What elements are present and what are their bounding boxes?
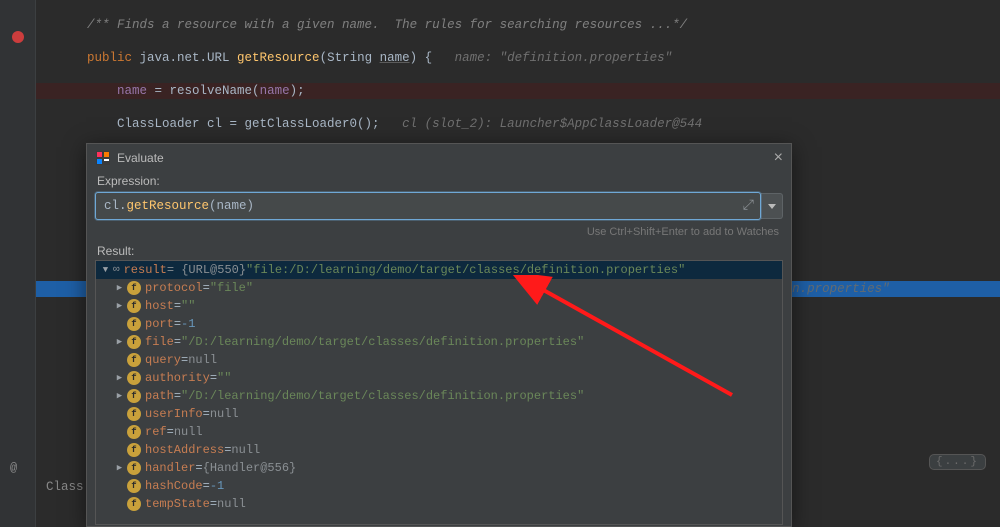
field-row[interactable]: ftempState = null <box>96 495 782 513</box>
field-icon: f <box>127 281 141 295</box>
field-name: authority <box>145 371 210 385</box>
dialog-title: Evaluate <box>117 151 164 165</box>
field-value: "/D:/learning/demo/target/classes/defini… <box>181 335 584 349</box>
field-value: null <box>188 353 217 367</box>
result-root-row[interactable]: ∞ result = {URL@550} "file:/D:/learning/… <box>96 261 782 279</box>
chevron-right-icon[interactable] <box>114 373 125 383</box>
close-icon[interactable]: × <box>774 150 783 166</box>
field-value: "" <box>217 371 231 385</box>
field-icon: f <box>127 497 141 511</box>
class-label: Class <box>46 480 84 494</box>
code-line: ClassLoader cl = getClassLoader0(); cl (… <box>36 116 1000 133</box>
field-name: protocol <box>145 281 203 295</box>
field-name: path <box>145 389 174 403</box>
field-name: host <box>145 299 174 313</box>
field-name: userInfo <box>145 407 203 421</box>
field-row[interactable]: fhashCode = -1 <box>96 477 782 495</box>
chevron-right-icon[interactable] <box>114 391 125 401</box>
field-row[interactable]: fref = null <box>96 423 782 441</box>
field-name: ref <box>145 425 167 439</box>
field-name: file <box>145 335 174 349</box>
field-name: hostAddress <box>145 443 224 457</box>
field-value: null <box>210 407 239 421</box>
fold-indicator[interactable]: {...} <box>929 454 986 470</box>
field-row[interactable]: fport = -1 <box>96 315 782 333</box>
field-row[interactable]: fuserInfo = null <box>96 405 782 423</box>
field-value: null <box>231 443 260 457</box>
editor-gutter: @ <box>0 0 36 527</box>
field-name: hashCode <box>145 479 203 493</box>
field-icon: f <box>127 371 141 385</box>
field-name: handler <box>145 461 195 475</box>
field-value: null <box>174 425 203 439</box>
field-name: tempState <box>145 497 210 511</box>
field-icon: f <box>127 389 141 403</box>
field-value: {Handler@556} <box>203 461 297 475</box>
chevron-right-icon[interactable] <box>114 463 125 473</box>
field-row[interactable]: fquery = null <box>96 351 782 369</box>
field-row[interactable]: fpath = "/D:/learning/demo/target/classe… <box>96 387 782 405</box>
object-icon: ∞ <box>113 264 120 276</box>
field-value: -1 <box>181 317 195 331</box>
field-icon: f <box>127 335 141 349</box>
chevron-down-icon[interactable] <box>100 265 111 275</box>
field-value: "file" <box>210 281 253 295</box>
field-value: null <box>217 497 246 511</box>
watches-hint: Use Ctrl+Shift+Enter to add to Watches <box>87 222 791 244</box>
code-line: /** Finds a resource with a given name. … <box>36 17 1000 34</box>
field-icon: f <box>127 479 141 493</box>
field-row[interactable]: fauthority = "" <box>96 369 782 387</box>
evaluate-dialog: Evaluate × Expression: cl.getResource(na… <box>86 143 792 527</box>
field-icon: f <box>127 299 141 313</box>
chevron-right-icon[interactable] <box>114 283 125 293</box>
expression-input[interactable]: cl.getResource(name) ⤢ <box>95 192 761 220</box>
field-row[interactable]: fhostAddress = null <box>96 441 782 459</box>
field-icon: f <box>127 353 141 367</box>
history-dropdown-button[interactable] <box>761 193 783 219</box>
field-value: "" <box>181 299 195 313</box>
field-icon: f <box>127 461 141 475</box>
chevron-right-icon[interactable] <box>114 337 125 347</box>
intellij-icon <box>95 150 111 166</box>
field-row[interactable]: fhost = "" <box>96 297 782 315</box>
field-row[interactable]: ffile = "/D:/learning/demo/target/classe… <box>96 333 782 351</box>
field-value: -1 <box>210 479 224 493</box>
expand-icon[interactable]: ⤢ <box>743 198 752 214</box>
field-icon: f <box>127 317 141 331</box>
field-icon: f <box>127 425 141 439</box>
field-name: port <box>145 317 174 331</box>
field-name: query <box>145 353 181 367</box>
field-icon: f <box>127 407 141 421</box>
annotation-icon: @ <box>10 461 17 475</box>
field-row[interactable]: fhandler = {Handler@556} <box>96 459 782 477</box>
code-line: public java.net.URL getResource(String n… <box>36 50 1000 67</box>
code-line-breakpoint: name = resolveName(name); <box>36 83 1000 100</box>
breakpoint-icon[interactable] <box>10 29 26 45</box>
result-tree[interactable]: ∞ result = {URL@550} "file:/D:/learning/… <box>95 260 783 525</box>
expression-label: Expression: <box>87 170 791 190</box>
dialog-titlebar[interactable]: Evaluate × <box>87 144 791 170</box>
field-icon: f <box>127 443 141 457</box>
chevron-right-icon[interactable] <box>114 301 125 311</box>
field-value: "/D:/learning/demo/target/classes/defini… <box>181 389 584 403</box>
field-row[interactable]: fprotocol = "file" <box>96 279 782 297</box>
result-label: Result: <box>87 244 791 260</box>
